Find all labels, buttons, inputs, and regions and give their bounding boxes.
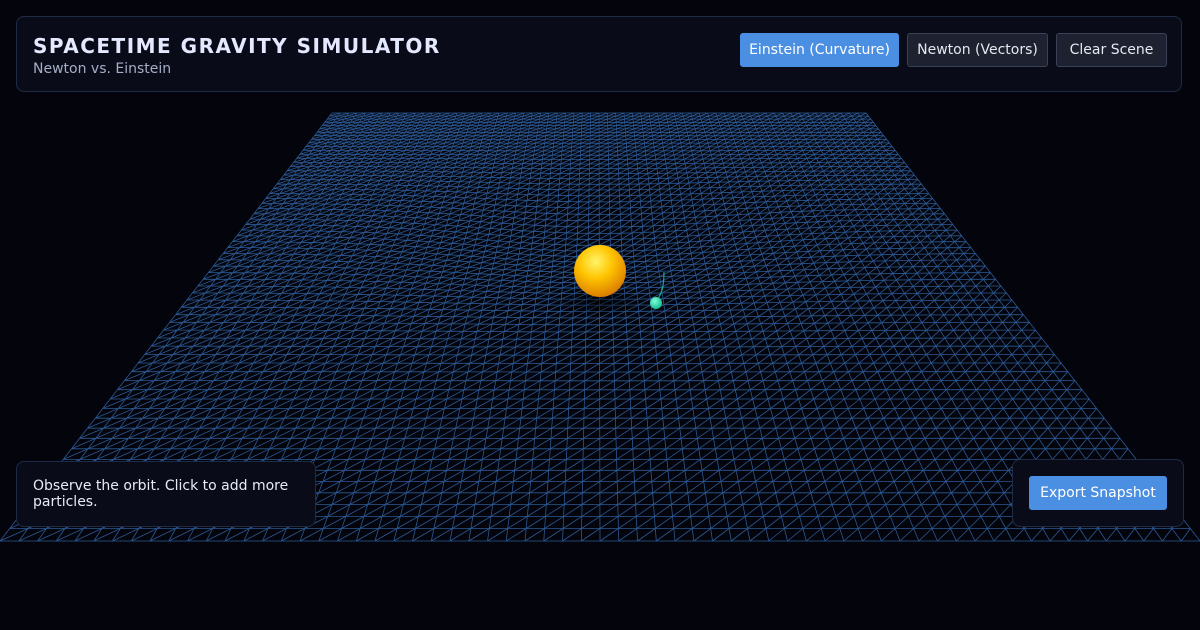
simulator-app: SPACETIME GRAVITY SIMULATOR Newton vs. E… — [0, 0, 1200, 630]
export-panel: Export Snapshot — [1012, 459, 1184, 527]
page-subtitle: Newton vs. Einstein — [33, 61, 172, 77]
page-title: SPACETIME GRAVITY SIMULATOR — [33, 34, 441, 58]
clear-scene-button[interactable]: Clear Scene — [1056, 33, 1167, 67]
info-panel: Observe the orbit. Click to add more par… — [16, 461, 316, 527]
star-mass-sphere-icon[interactable] — [574, 245, 626, 297]
orbiting-particle-icon[interactable] — [650, 297, 662, 309]
einstein-curvature-button[interactable]: Einstein (Curvature) — [740, 33, 899, 67]
info-message: Observe the orbit. Click to add more par… — [33, 478, 289, 510]
header-panel: SPACETIME GRAVITY SIMULATOR Newton vs. E… — [16, 16, 1182, 92]
newton-vectors-button[interactable]: Newton (Vectors) — [907, 33, 1048, 67]
spacetime-viewport[interactable] — [0, 0, 1200, 630]
export-snapshot-button[interactable]: Export Snapshot — [1029, 476, 1167, 510]
